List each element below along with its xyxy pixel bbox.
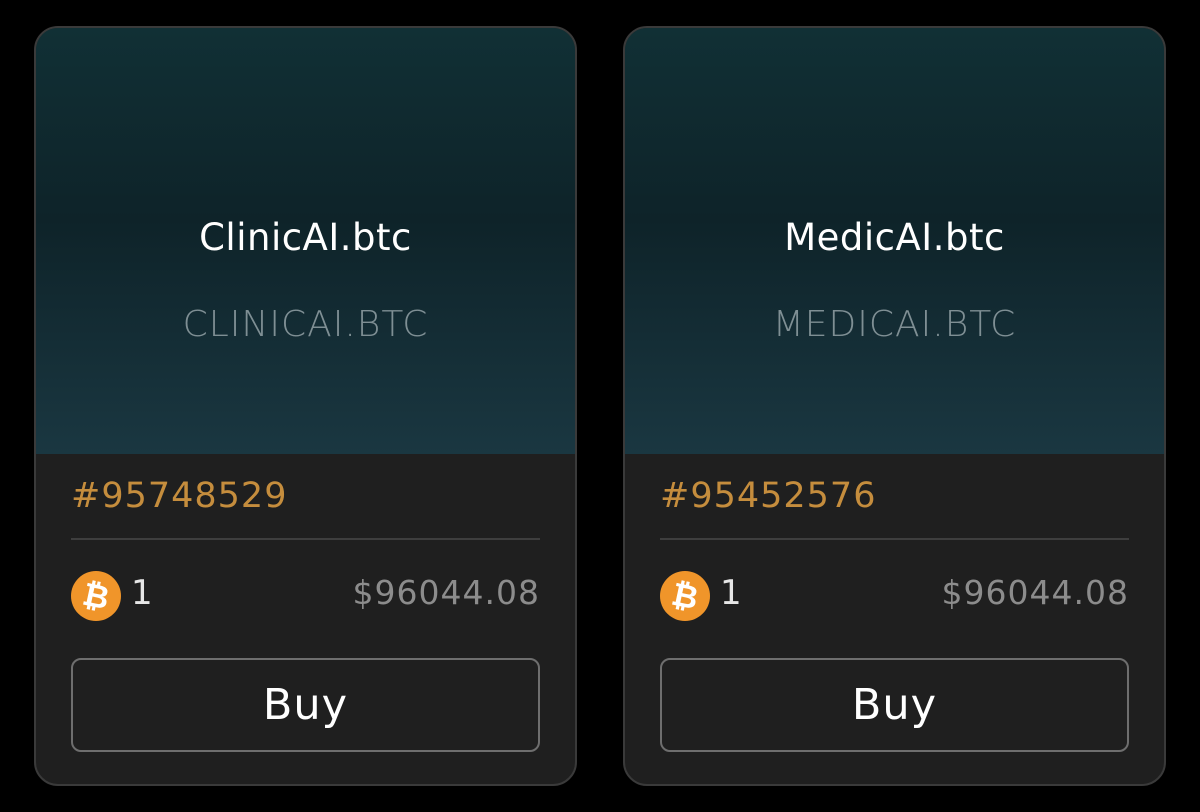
svg-text:₿: ₿ — [79, 575, 112, 618]
card-title: ClinicAI.btc — [199, 216, 412, 259]
card-title: MedicAI.btc — [784, 216, 1005, 259]
usd-price: $96044.08 — [352, 573, 540, 612]
svg-text:₿: ₿ — [668, 575, 701, 618]
card-subtitle: CLINICAI.BTC — [182, 304, 429, 345]
bitcoin-icon: ₿ — [660, 571, 710, 621]
buy-button[interactable]: Buy — [660, 658, 1129, 752]
card-subtitle: MEDICAI.BTC — [772, 304, 1017, 345]
listing-card[interactable]: ClinicAI.btc CLINICAI.BTC #95748529 ₿ 1 … — [34, 26, 577, 786]
usd-price: $96044.08 — [941, 573, 1129, 612]
divider — [660, 538, 1129, 540]
btc-amount: 1 — [720, 573, 742, 613]
bitcoin-icon: ₿ — [71, 571, 121, 621]
listing-grid: ClinicAI.btc CLINICAI.BTC #95748529 ₿ 1 … — [0, 0, 1200, 812]
btc-amount: 1 — [131, 573, 153, 613]
divider — [71, 538, 540, 540]
inscription-number: #95748529 — [71, 476, 288, 516]
listing-card[interactable]: MedicAI.btc MEDICAI.BTC #95452576 ₿ 1 $9… — [623, 26, 1166, 786]
card-preview[interactable]: MedicAI.btc MEDICAI.BTC — [625, 28, 1164, 454]
inscription-number: #95452576 — [660, 476, 877, 516]
card-preview[interactable]: ClinicAI.btc CLINICAI.BTC — [36, 28, 575, 454]
buy-button[interactable]: Buy — [71, 658, 540, 752]
